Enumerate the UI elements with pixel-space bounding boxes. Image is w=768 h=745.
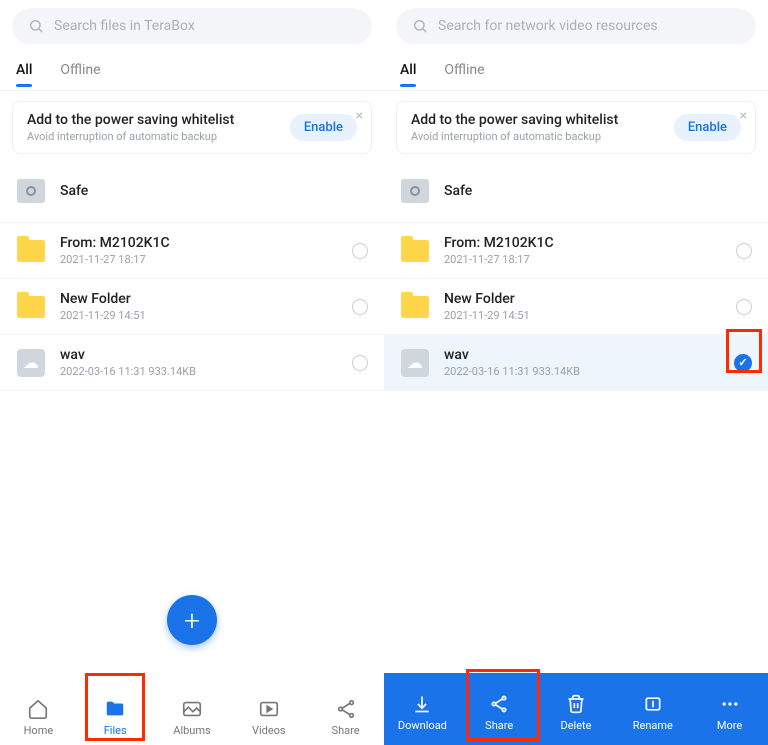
download-icon [412, 694, 432, 714]
nav-label: Share [332, 724, 360, 737]
tab-offline[interactable]: Offline [444, 52, 484, 86]
close-icon[interactable]: × [740, 108, 747, 124]
action-share[interactable]: Share [468, 693, 530, 732]
safe-item[interactable]: Safe [384, 164, 768, 218]
select-radio[interactable] [736, 243, 752, 259]
search-bar[interactable]: Search for network video resources [396, 8, 756, 44]
item-title: Safe [444, 183, 752, 199]
enable-button[interactable]: Enable [674, 114, 741, 141]
share-icon [335, 698, 357, 720]
nav-label: Videos [252, 724, 286, 737]
files-icon [104, 698, 126, 720]
cloud-file-icon [401, 349, 429, 377]
home-icon [27, 698, 49, 720]
search-placeholder: Search for network video resources [438, 18, 658, 34]
cloud-file-icon [17, 349, 45, 377]
item-meta: 2021-11-29 14:51 [444, 309, 752, 322]
action-label: Rename [633, 719, 673, 732]
action-bar: Download Share Delete Rename More [384, 673, 768, 745]
item-title: From: M2102K1C [444, 235, 752, 251]
bottom-nav: Home Files Albums Videos Share [0, 673, 384, 745]
nav-albums[interactable]: Albums [164, 697, 220, 737]
select-checked[interactable] [734, 354, 752, 372]
action-download[interactable]: Download [391, 693, 453, 732]
file-item-newfolder[interactable]: New Folder 2021-11-29 14:51 [384, 279, 768, 335]
divider [0, 90, 384, 91]
item-title: wav [60, 347, 368, 363]
select-radio[interactable] [352, 355, 368, 371]
search-icon [28, 18, 44, 34]
screen-right: Search for network video resources All O… [384, 0, 768, 745]
share-icon [489, 694, 509, 714]
action-label: More [717, 719, 742, 732]
file-item-newfolder[interactable]: New Folder 2021-11-29 14:51 [0, 279, 384, 335]
tabs: All Offline [384, 52, 768, 86]
nav-label: Home [24, 724, 54, 737]
power-saving-banner: Add to the power saving whitelist Avoid … [396, 101, 756, 154]
close-icon[interactable]: × [356, 108, 363, 124]
banner-title: Add to the power saving whitelist [411, 112, 618, 128]
action-label: Delete [560, 719, 591, 732]
search-icon [412, 18, 428, 34]
nav-videos[interactable]: Videos [241, 697, 297, 737]
power-saving-banner: Add to the power saving whitelist Avoid … [12, 101, 372, 154]
more-icon [720, 694, 740, 714]
nav-label: Files [104, 724, 127, 737]
videos-icon [258, 698, 280, 720]
screen-left: Search files in TeraBox All Offline Add … [0, 0, 384, 745]
item-meta: 2021-11-27 18:17 [444, 253, 752, 266]
banner-subtitle: Avoid interruption of automatic backup [27, 130, 234, 143]
item-meta: 2021-11-29 14:51 [60, 309, 368, 322]
item-title: New Folder [444, 291, 752, 307]
file-item-wav[interactable]: wav 2022-03-16 11:31 933.14KB [0, 335, 384, 391]
safe-item[interactable]: Safe [0, 164, 384, 218]
safe-icon [401, 179, 429, 203]
select-radio[interactable] [736, 299, 752, 315]
folder-icon [401, 296, 429, 318]
banner-title: Add to the power saving whitelist [27, 112, 234, 128]
nav-files[interactable]: Files [87, 697, 143, 737]
action-label: Download [398, 719, 447, 732]
search-placeholder: Search files in TeraBox [54, 18, 195, 34]
item-title: From: M2102K1C [60, 235, 368, 251]
banner-subtitle: Avoid interruption of automatic backup [411, 130, 618, 143]
file-item-wav[interactable]: wav 2022-03-16 11:31 933.14KB [384, 335, 768, 391]
select-radio[interactable] [352, 243, 368, 259]
tab-all[interactable]: All [16, 52, 32, 86]
enable-button[interactable]: Enable [290, 114, 357, 141]
item-meta: 2022-03-16 11:31 933.14KB [60, 365, 368, 378]
action-rename[interactable]: Rename [622, 693, 684, 732]
nav-home[interactable]: Home [10, 697, 66, 737]
trash-icon [566, 694, 586, 714]
nav-label: Albums [173, 724, 210, 737]
folder-icon [17, 296, 45, 318]
file-item-from[interactable]: From: M2102K1C 2021-11-27 18:17 [384, 223, 768, 279]
search-bar[interactable]: Search files in TeraBox [12, 8, 372, 44]
item-meta: 2021-11-27 18:17 [60, 253, 368, 266]
tabs: All Offline [0, 52, 384, 86]
item-meta: 2022-03-16 11:31 933.14KB [444, 365, 752, 378]
action-delete[interactable]: Delete [545, 693, 607, 732]
item-title: New Folder [60, 291, 368, 307]
divider [384, 90, 768, 91]
albums-icon [181, 698, 203, 720]
tab-all[interactable]: All [400, 52, 416, 86]
select-radio[interactable] [352, 299, 368, 315]
nav-share[interactable]: Share [318, 697, 374, 737]
folder-icon [401, 240, 429, 262]
tab-offline[interactable]: Offline [60, 52, 100, 86]
item-title: Safe [60, 183, 368, 199]
rename-icon [643, 694, 663, 714]
safe-icon [17, 179, 45, 203]
file-item-from[interactable]: From: M2102K1C 2021-11-27 18:17 [0, 223, 384, 279]
fab-add[interactable]: + [167, 595, 217, 645]
folder-icon [17, 240, 45, 262]
item-title: wav [444, 347, 752, 363]
action-label: Share [485, 719, 513, 732]
action-more[interactable]: More [699, 693, 761, 732]
